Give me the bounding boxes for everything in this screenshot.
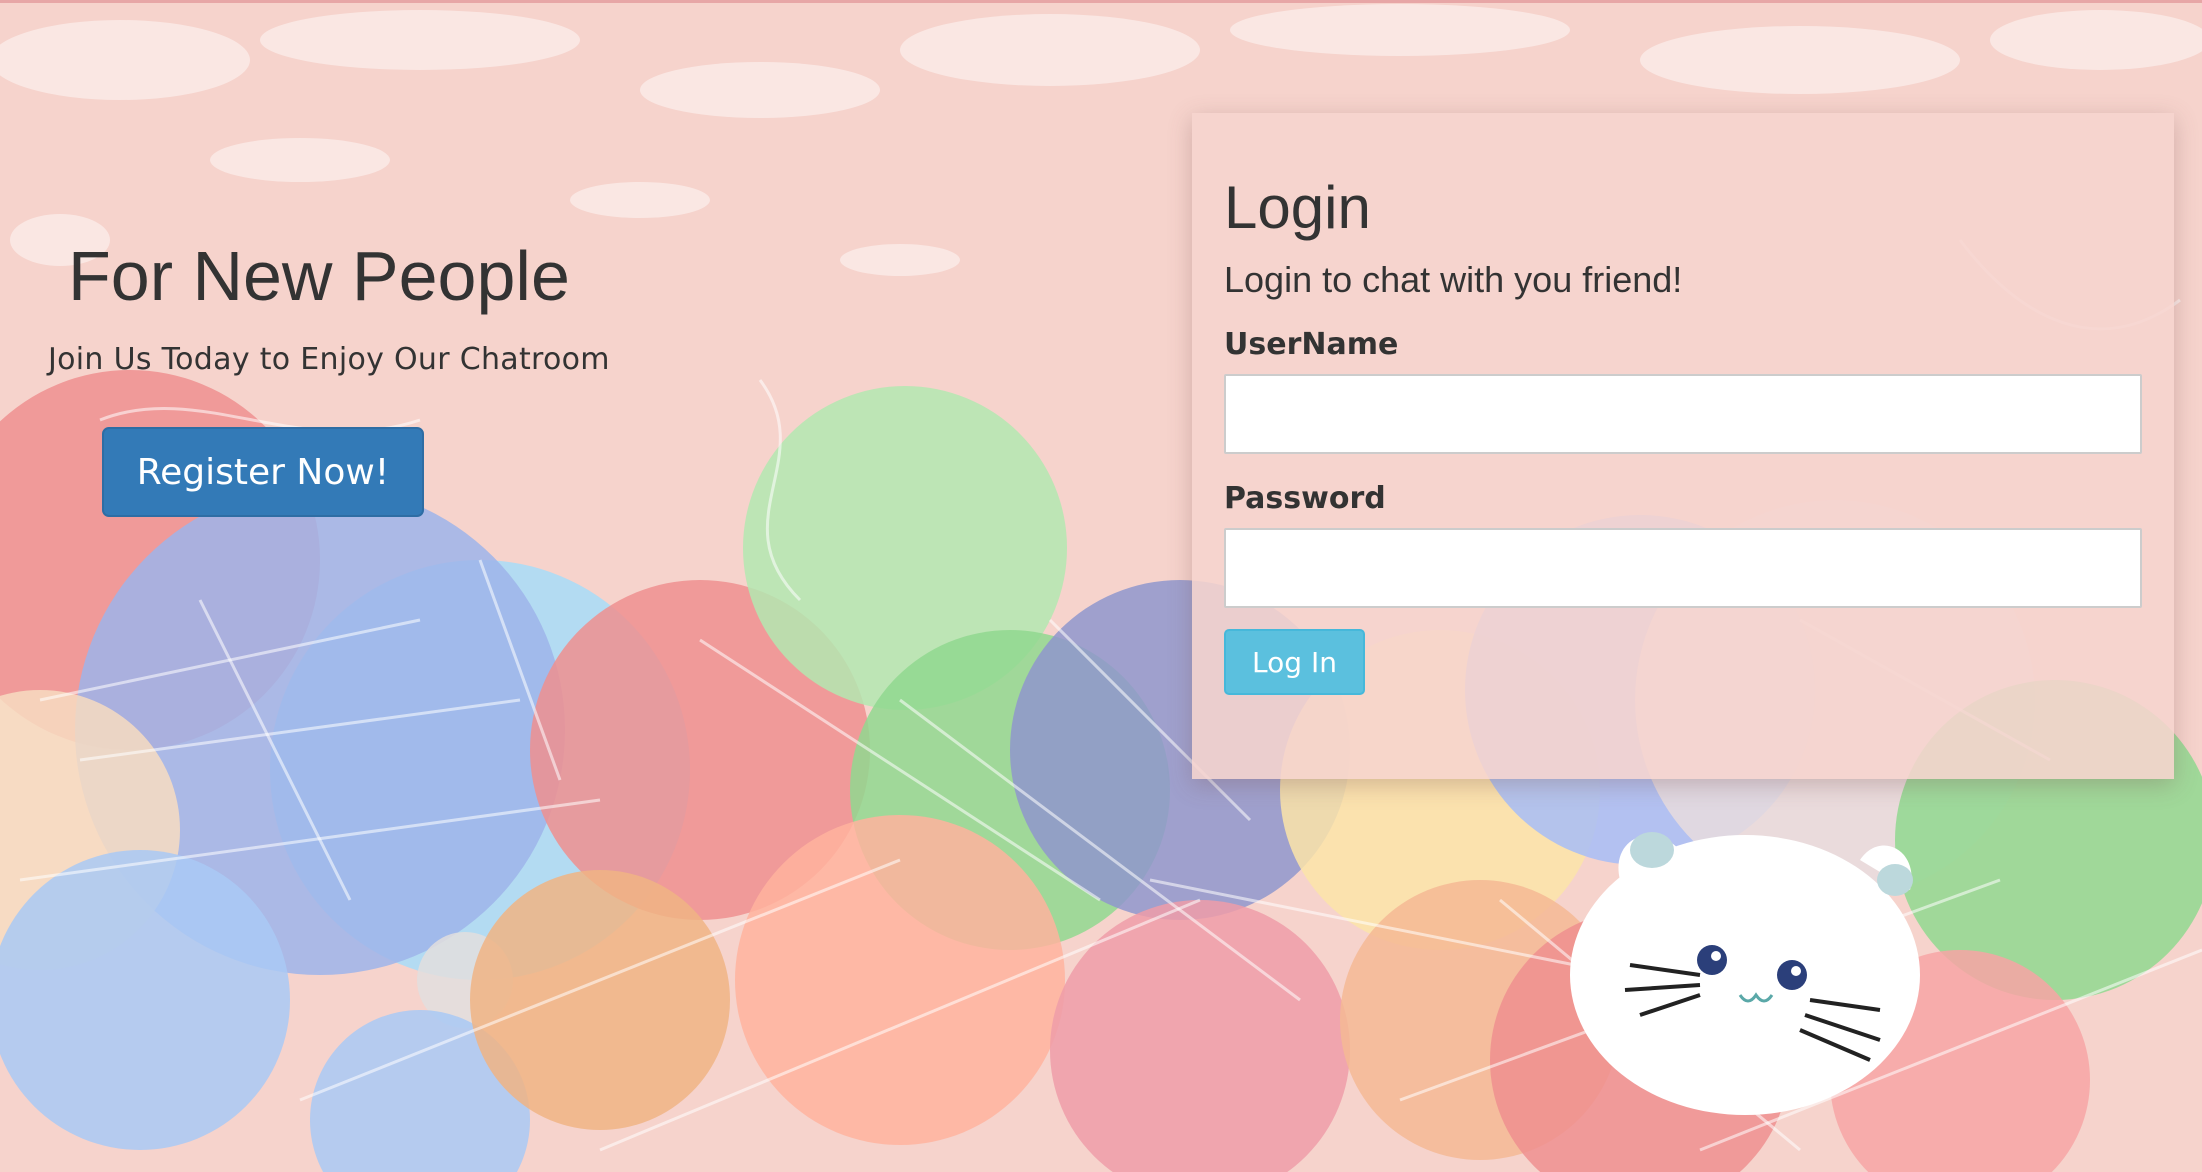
login-subtitle: Login to chat with you friend! [1224,259,1683,300]
hero-subtitle: Join Us Today to Enjoy Our Chatroom [48,342,610,377]
login-title: Login [1224,174,1371,241]
register-section: For New People Join Us Today to Enjoy Ou… [0,0,700,560]
login-card: Login Login to chat with you friend! Use… [1192,113,2174,779]
login-button[interactable]: Log In [1224,629,1365,695]
password-label: Password [1224,481,1386,516]
register-button[interactable]: Register Now! [102,427,424,517]
password-input[interactable] [1224,528,2142,608]
username-label: UserName [1224,327,1399,362]
username-input[interactable] [1224,374,2142,454]
hero-title: For New People [68,237,570,315]
